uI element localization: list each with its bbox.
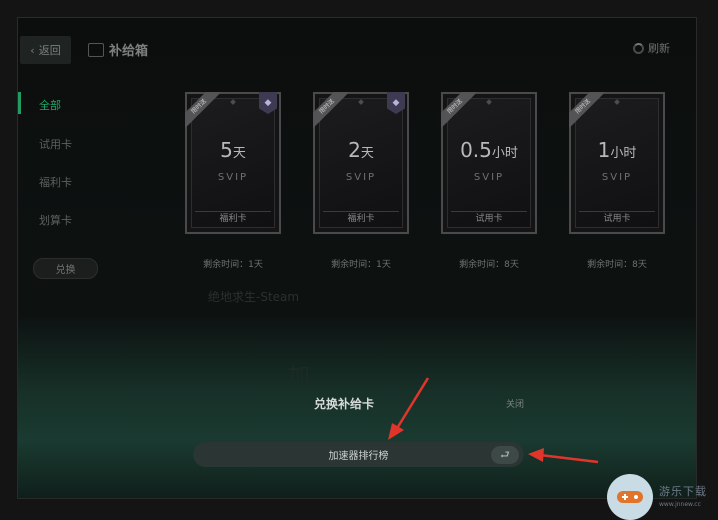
card-type: 福利卡	[323, 211, 399, 226]
card-ribbon: 限时送	[569, 92, 607, 130]
back-button[interactable]: ‹ 返回	[20, 36, 71, 64]
refresh-button[interactable]: 刷新	[633, 40, 670, 56]
card-tier: SVIP	[345, 172, 377, 183]
card-type: 试用卡	[451, 211, 527, 226]
card-remaining-time: 剩余时间：1天	[331, 260, 391, 270]
card-remaining-time: 剩余时间：1天	[203, 260, 263, 270]
sidebar-item-trial[interactable]: 试用卡	[39, 136, 72, 152]
close-button[interactable]: 关闭	[506, 397, 524, 410]
card-tier: SVIP	[473, 172, 505, 183]
card-ribbon: 限时送	[185, 92, 223, 130]
sidebar-item-value[interactable]: 划算卡	[39, 212, 72, 228]
card-duration: 5天	[220, 138, 246, 162]
refresh-label: 刷新	[648, 42, 670, 55]
page-title: 补给箱	[109, 44, 149, 59]
supply-box-window: ‹ 返回 补给箱 刷新 全部 试用卡 福利卡 划算卡 兑换 绝地求生-Steam…	[18, 18, 696, 498]
background-game-title: 绝地求生-Steam	[208, 290, 300, 304]
card-ribbon: 限时送	[313, 92, 351, 130]
supply-card[interactable]: 限时送 ◆ 2天 SVIP 福利卡	[313, 92, 409, 234]
watermark-url: www.jnnew.cc	[659, 501, 701, 508]
redeem-button[interactable]: 兑换	[33, 258, 98, 279]
card-type: 福利卡	[195, 211, 271, 226]
card-ribbon: 限时送	[441, 92, 479, 130]
supply-card[interactable]: 限时送 ◆ 5天 SVIP 福利卡	[185, 92, 281, 234]
return-enter-icon[interactable]: ⮐	[491, 446, 519, 464]
watermark-text: 游乐下载	[659, 485, 707, 498]
leaderboard-button[interactable]: 加速器排行榜	[193, 442, 524, 467]
top-bar: ‹ 返回 补给箱 刷新	[18, 36, 696, 66]
background-hint: 加	[288, 364, 311, 389]
card-remaining-time: 剩余时间：8天	[587, 260, 647, 270]
modal-title: 兑换补给卡	[314, 397, 375, 411]
sidebar-item-all[interactable]: 全部	[39, 97, 61, 113]
supply-card[interactable]: 限时送 1小时 SVIP 试用卡	[569, 92, 665, 234]
sidebar-item-welfare[interactable]: 福利卡	[39, 174, 72, 190]
chevron-left-icon: ‹	[30, 43, 35, 57]
back-label: 返回	[38, 44, 61, 57]
card-tier: SVIP	[601, 172, 633, 183]
card-duration: 2天	[348, 138, 374, 162]
leaderboard-label: 加速器排行榜	[328, 451, 389, 462]
supply-card[interactable]: 限时送 0.5小时 SVIP 试用卡	[441, 92, 537, 234]
supply-box-icon	[88, 43, 104, 57]
card-type: 试用卡	[579, 211, 655, 226]
refresh-icon	[633, 42, 644, 54]
card-duration: 1小时	[597, 138, 637, 162]
site-watermark: 游乐下载 www.jnnew.cc	[607, 474, 718, 520]
gamepad-logo-icon	[607, 474, 653, 520]
card-duration: 0.5小时	[460, 138, 518, 162]
card-tier: SVIP	[217, 172, 249, 183]
sidebar-active-indicator	[18, 92, 21, 114]
card-remaining-time: 剩余时间：8天	[459, 260, 519, 270]
